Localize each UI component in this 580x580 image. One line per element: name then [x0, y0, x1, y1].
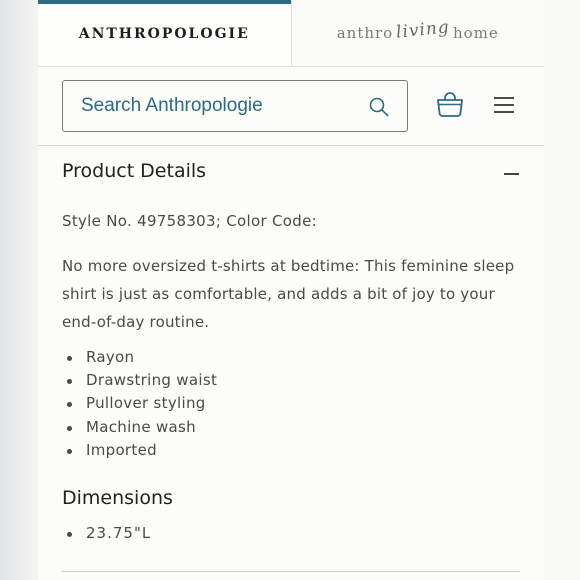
logo-part-home: home	[452, 24, 499, 42]
list-item: Rayon	[62, 346, 217, 369]
menu-icon[interactable]	[493, 96, 515, 118]
dimensions-list: 23.75"L	[62, 522, 151, 545]
page: ANTHROPOLOGIE anthro living home Search …	[38, 0, 544, 580]
feature-list: Rayon Drawstring waist Pullover styling …	[62, 346, 217, 462]
collapse-icon[interactable]	[504, 173, 519, 175]
divider	[62, 571, 520, 572]
list-item: 23.75"L	[62, 522, 151, 545]
tab-anthropologie[interactable]: ANTHROPOLOGIE	[38, 0, 291, 66]
background-strip-left	[0, 0, 38, 580]
product-description: No more oversized t-shirts at bedtime: T…	[62, 257, 515, 331]
search-icon[interactable]	[369, 97, 389, 121]
style-number: Style No. 49758303; Color Code:	[62, 212, 317, 230]
product-details-heading[interactable]: Product Details	[62, 160, 206, 182]
anthropologie-logo: ANTHROPOLOGIE	[78, 26, 250, 42]
list-item: Imported	[62, 439, 217, 462]
search-input[interactable]: Search Anthropologie	[62, 80, 408, 132]
brand-tabs: ANTHROPOLOGIE anthro living home	[38, 0, 544, 67]
search-placeholder: Search Anthropologie	[81, 95, 263, 116]
anthro-living-home-logo: anthro living home	[336, 17, 499, 43]
dimensions-heading: Dimensions	[62, 487, 173, 509]
tab-anthro-living-home[interactable]: anthro living home	[290, 0, 544, 66]
list-item: Machine wash	[62, 416, 217, 439]
background-strip-right	[544, 0, 580, 580]
logo-part-anthro: anthro	[336, 24, 394, 42]
bag-icon[interactable]	[436, 92, 464, 122]
logo-part-living: living	[395, 17, 451, 43]
divider	[38, 145, 544, 146]
list-item: Drawstring waist	[62, 369, 217, 392]
list-item: Pullover styling	[62, 392, 217, 415]
